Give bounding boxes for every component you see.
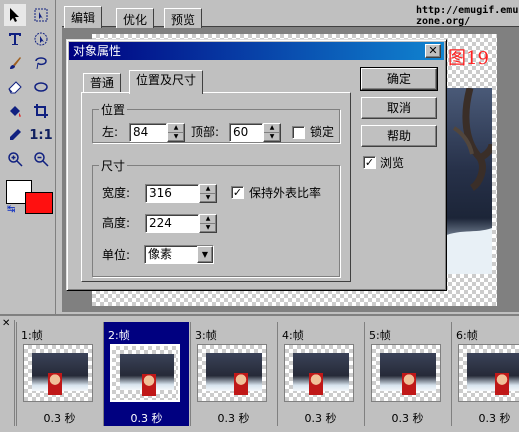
actual-size-tool-icon[interactable]: 1:1 — [29, 124, 52, 146]
ellipse-tool-icon[interactable] — [30, 76, 52, 98]
frame-delay[interactable]: 0.3 秒 — [191, 410, 276, 426]
width-spinner[interactable]: ▲ ▼ — [199, 184, 217, 203]
left-spinner[interactable]: ▲ ▼ — [167, 123, 185, 142]
top-spinner[interactable]: ▲ ▼ — [263, 123, 281, 142]
cancel-button[interactable]: 取消 — [361, 97, 437, 119]
tab-edit[interactable]: 编辑 — [64, 6, 103, 28]
frame-delay[interactable]: 0.3 秒 — [365, 410, 450, 426]
height-spinner[interactable]: ▲ ▼ — [199, 214, 217, 233]
top-input[interactable]: 60 — [229, 123, 263, 142]
frame-delay[interactable]: 0.3 秒 — [104, 410, 189, 426]
frame-thumbnail-image — [206, 353, 262, 395]
editor-tabs: 编辑 优化 预览 http://emugif.emu-zone.org/ — [56, 0, 519, 30]
top-label: 顶部: — [191, 125, 220, 139]
eraser-tool-icon[interactable] — [4, 76, 26, 98]
left-label: 左: — [102, 125, 119, 139]
help-button[interactable]: 帮助 — [361, 125, 437, 147]
close-button[interactable]: ✕ — [425, 44, 441, 58]
tab-panel: 位置 左: 84 ▲ ▼ 顶部: 60 ▲ ▼ 锁定 尺寸 宽度: 316 ▲ ▼ ✓… — [81, 92, 351, 282]
frame-delay[interactable]: 0.3 秒 — [17, 410, 102, 426]
background-color-swatch[interactable] — [25, 192, 53, 214]
fill-tool-icon[interactable] — [4, 100, 26, 122]
unit-select-value: 像素 — [148, 247, 173, 261]
preview-checkbox[interactable]: ✓ — [363, 156, 376, 169]
preview-label: 浏览 — [380, 156, 405, 170]
figure-label: 图19 — [448, 48, 489, 69]
frame-item[interactable]: 3:帧 0.3 秒 — [190, 322, 276, 428]
frame-thumbnail-figure — [234, 373, 248, 395]
ok-button[interactable]: 确定 — [360, 67, 438, 91]
frames-scrollbar[interactable] — [0, 426, 519, 432]
frame-thumbnail-image — [380, 353, 436, 395]
frame-thumbnail — [458, 344, 519, 402]
unit-select[interactable]: 像素 ▼ — [144, 245, 214, 264]
frame-item[interactable]: 6:帧 0.3 秒 — [451, 322, 519, 428]
frame-thumbnail-figure — [142, 374, 156, 396]
frame-label: 2:帧 — [108, 329, 130, 342]
frames-panel: ✕ 1:帧 0.3 秒 2:帧 0.3 秒 3:帧 0.3 秒 4:帧 0.3 秒 5:帧 0.3… — [0, 314, 519, 432]
pointer-tool-icon[interactable] — [4, 4, 26, 26]
frame-item[interactable]: 5:帧 0.3 秒 — [364, 322, 450, 428]
frame-label: 4:帧 — [282, 329, 304, 342]
position-group-title: 位置 — [99, 101, 128, 118]
tab-preview[interactable]: 预览 — [164, 8, 203, 28]
object-properties-dialog: 对象属性 ✕ 普通 位置及尺寸 位置 左: 84 ▲ ▼ 顶部: 60 ▲ ▼ 锁定… — [66, 39, 447, 291]
marquee-tool-icon[interactable] — [30, 4, 52, 26]
frame-delay[interactable]: 0.3 秒 — [452, 410, 519, 426]
frame-thumbnail-figure — [402, 373, 416, 395]
toolbox: 1:1 ↹ — [0, 0, 56, 320]
frame-item[interactable]: 1:帧 0.3 秒 — [16, 322, 102, 428]
frame-thumbnail — [284, 344, 354, 402]
zoom-out-icon[interactable] — [30, 148, 52, 170]
frame-thumbnail-image — [120, 354, 174, 396]
frame-thumbnail-image — [32, 353, 88, 395]
url-text: http://emugif.emu-zone.org/ — [416, 5, 519, 27]
frame-thumbnail-figure — [309, 373, 323, 395]
height-input[interactable]: 224 — [145, 214, 199, 233]
keep-ratio-checkbox[interactable]: ✓ — [231, 186, 244, 199]
width-label: 宽度: — [102, 186, 131, 200]
frame-label: 5:帧 — [369, 329, 391, 342]
frame-label: 3:帧 — [195, 329, 217, 342]
keep-ratio-label: 保持外表比率 — [249, 186, 322, 200]
lock-checkbox[interactable] — [292, 126, 305, 139]
lasso-tool-icon[interactable] — [30, 52, 52, 74]
swap-colors-icon[interactable]: ↹ — [7, 204, 15, 215]
frame-thumbnail — [23, 344, 93, 402]
frames-strip: 1:帧 0.3 秒 2:帧 0.3 秒 3:帧 0.3 秒 4:帧 0.3 秒 5:帧 0.3 秒… — [14, 320, 519, 428]
frame-label: 1:帧 — [21, 329, 43, 342]
dialog-titlebar[interactable]: 对象属性 ✕ — [69, 42, 444, 60]
frame-thumbnail-image — [467, 353, 519, 395]
crop-tool-icon[interactable] — [30, 100, 52, 122]
frame-item[interactable]: 2:帧 0.3 秒 — [103, 322, 189, 428]
frame-thumbnail — [110, 344, 180, 402]
frame-delay[interactable]: 0.3 秒 — [278, 410, 363, 426]
lock-label: 锁定 — [310, 125, 335, 139]
frame-item[interactable]: 4:帧 0.3 秒 — [277, 322, 363, 428]
left-input[interactable]: 84 — [129, 123, 167, 142]
width-input[interactable]: 316 — [145, 184, 199, 203]
dialog-title: 对象属性 — [73, 44, 122, 58]
canvas-image — [440, 88, 492, 274]
frame-thumbnail-figure — [495, 373, 509, 395]
close-icon[interactable]: ✕ — [2, 318, 10, 329]
frame-thumbnail — [371, 344, 441, 402]
chevron-down-icon[interactable]: ▼ — [197, 246, 213, 263]
frame-thumbnail-image — [293, 353, 349, 395]
tab-general[interactable]: 普通 — [83, 73, 122, 93]
ellipse-select-tool-icon[interactable] — [30, 28, 52, 50]
brush-tool-icon[interactable] — [4, 52, 26, 74]
tab-optimize[interactable]: 优化 — [116, 8, 155, 28]
eyedropper-tool-icon[interactable] — [4, 124, 26, 146]
frame-thumbnail-figure — [48, 373, 62, 395]
height-label: 高度: — [102, 216, 131, 230]
zoom-in-icon[interactable] — [4, 148, 26, 170]
frame-thumbnail — [197, 344, 267, 402]
unit-label: 单位: — [102, 248, 131, 262]
text-tool-icon[interactable] — [4, 28, 26, 50]
size-group-title: 尺寸 — [99, 157, 128, 174]
frame-label: 6:帧 — [456, 329, 478, 342]
tab-position-size[interactable]: 位置及尺寸 — [129, 70, 204, 94]
